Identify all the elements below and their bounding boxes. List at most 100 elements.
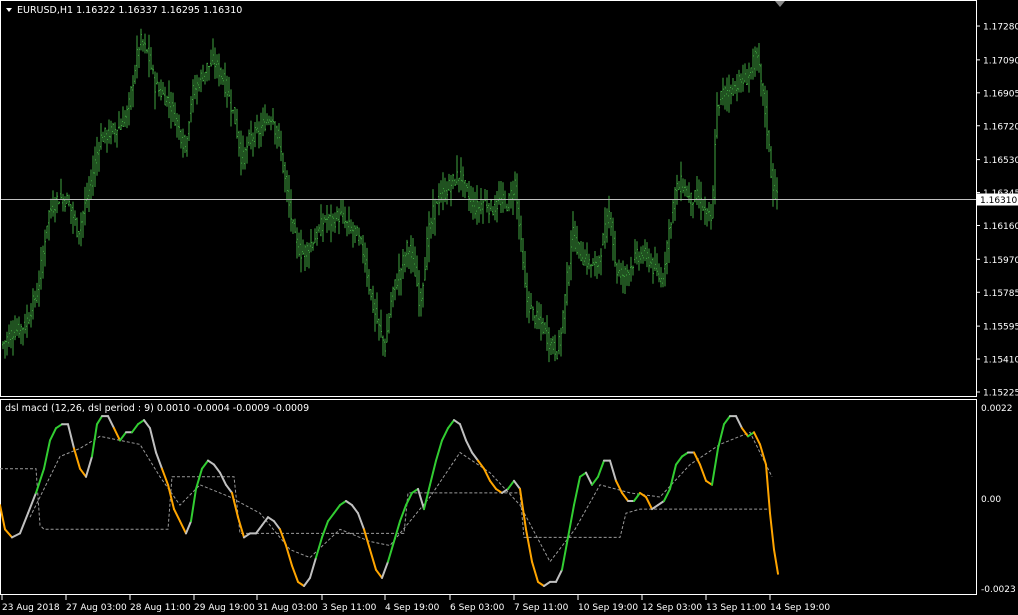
ohlc-bar <box>208 65 210 81</box>
ohlc-bar <box>496 190 498 223</box>
ohlc-bar <box>524 251 526 288</box>
ohlc-bar <box>608 195 610 229</box>
ohlc-bar <box>684 179 686 197</box>
macd-segment <box>465 439 473 454</box>
chart-canvas[interactable]: EURUSD,H1 1.16322 1.16337 1.16295 1.1631… <box>0 0 1018 615</box>
macd-segment <box>113 427 121 442</box>
macd-segment <box>495 487 503 494</box>
ohlc-bar <box>302 239 304 256</box>
ohlc-bar <box>686 185 688 198</box>
ohlc-bar <box>626 264 628 286</box>
ohlc-bar <box>238 130 240 157</box>
ohlc-bar <box>132 75 134 108</box>
ohlc-bar <box>128 92 130 126</box>
macd-segment <box>49 427 57 442</box>
ohlc-bar <box>748 62 750 93</box>
ohlc-bar <box>154 71 156 110</box>
ohlc-bar <box>498 181 500 205</box>
ohlc-bar <box>50 198 52 219</box>
ohlc-bar <box>566 262 568 306</box>
macd-segment <box>219 471 227 486</box>
ohlc-bar <box>724 85 726 110</box>
macd-segment <box>179 520 187 535</box>
ohlc-bar <box>206 62 208 82</box>
ohlc-bar <box>42 245 44 279</box>
macd-segment <box>573 475 581 507</box>
ohlc-bar <box>494 195 496 221</box>
ohlc-bar <box>690 192 692 216</box>
ohlc-bar <box>492 206 494 216</box>
ohlc-bar <box>324 214 326 223</box>
ohlc-bar <box>772 163 774 207</box>
macd-segment <box>417 487 425 511</box>
ohlc-bar <box>632 265 634 276</box>
indicator-frame <box>0 399 977 595</box>
macd-segment <box>201 459 209 470</box>
ohlc-bar <box>726 77 728 112</box>
ohlc-bar <box>588 253 590 270</box>
macd-segment <box>363 528 371 551</box>
ohlc-bar <box>172 92 174 122</box>
ohlc-bar <box>720 90 722 106</box>
ohlc-bar <box>4 340 6 359</box>
ohlc-bar <box>534 314 536 329</box>
macd-segment <box>633 491 641 502</box>
ohlc-bar <box>254 122 256 148</box>
ohlc-bar <box>592 258 594 267</box>
ohlc-bar <box>110 120 112 145</box>
price-label: 1.16160 <box>983 222 1018 232</box>
ohlc-bar <box>262 107 264 137</box>
macd-segment <box>315 536 323 559</box>
ohlc-bar <box>58 201 60 205</box>
macd-segment <box>149 427 157 454</box>
macd-segment <box>663 487 671 502</box>
ohlc-bar <box>520 215 522 252</box>
main-chart-title: EURUSD,H1 1.16322 1.16337 1.16295 1.1631… <box>17 5 242 16</box>
macd-segment <box>735 415 743 430</box>
macd-segment <box>243 532 251 539</box>
dropdown-triangle-icon[interactable] <box>6 8 12 12</box>
main-chart-frame <box>0 0 977 397</box>
macd-segment <box>597 459 605 478</box>
ohlc-bar <box>298 232 300 257</box>
ohlc-bar <box>528 291 530 324</box>
indicator-macd-line <box>0 415 779 587</box>
macd-segment <box>591 475 599 486</box>
ohlc-bar <box>20 323 22 345</box>
ohlc-bar <box>400 267 402 296</box>
ohlc-bar <box>536 300 538 330</box>
ohlc-bar <box>362 234 364 264</box>
macd-segment <box>173 508 181 523</box>
ohlc-bar <box>500 181 502 213</box>
ohlc-bar <box>594 251 596 277</box>
ohlc-bar <box>306 242 308 267</box>
chart-shift-marker-icon[interactable] <box>775 1 785 7</box>
ohlc-bar <box>118 111 120 130</box>
ohlc-bar <box>518 200 520 240</box>
ohlc-bar <box>130 86 132 110</box>
ohlc-bar <box>188 120 190 142</box>
ohlc-bar <box>424 256 426 281</box>
ohlc-bar <box>276 125 278 149</box>
ohlc-bar <box>754 46 756 77</box>
ohlc-bar <box>376 292 378 324</box>
ohlc-bar <box>606 208 608 243</box>
ohlc-bar <box>670 222 672 239</box>
ohlc-bar <box>640 246 642 264</box>
ohlc-bar <box>70 204 72 224</box>
ohlc-bar <box>64 196 66 212</box>
price-label: 1.15970 <box>983 256 1018 266</box>
ohlc-bar <box>514 171 516 201</box>
ohlc-bar <box>368 269 370 295</box>
ohlc-bar <box>90 169 92 200</box>
ohlc-bar <box>174 102 176 126</box>
ohlc-bar <box>756 47 758 71</box>
ohlc-bar <box>636 241 638 265</box>
ohlc-bar <box>14 315 16 341</box>
ohlc-bar <box>68 194 70 207</box>
ohlc-bar <box>56 192 58 214</box>
indicator-scale-top: 0.0022 <box>981 404 1013 414</box>
macd-segment <box>555 568 563 583</box>
ohlc-bar <box>312 241 314 251</box>
ohlc-bar <box>406 239 408 268</box>
